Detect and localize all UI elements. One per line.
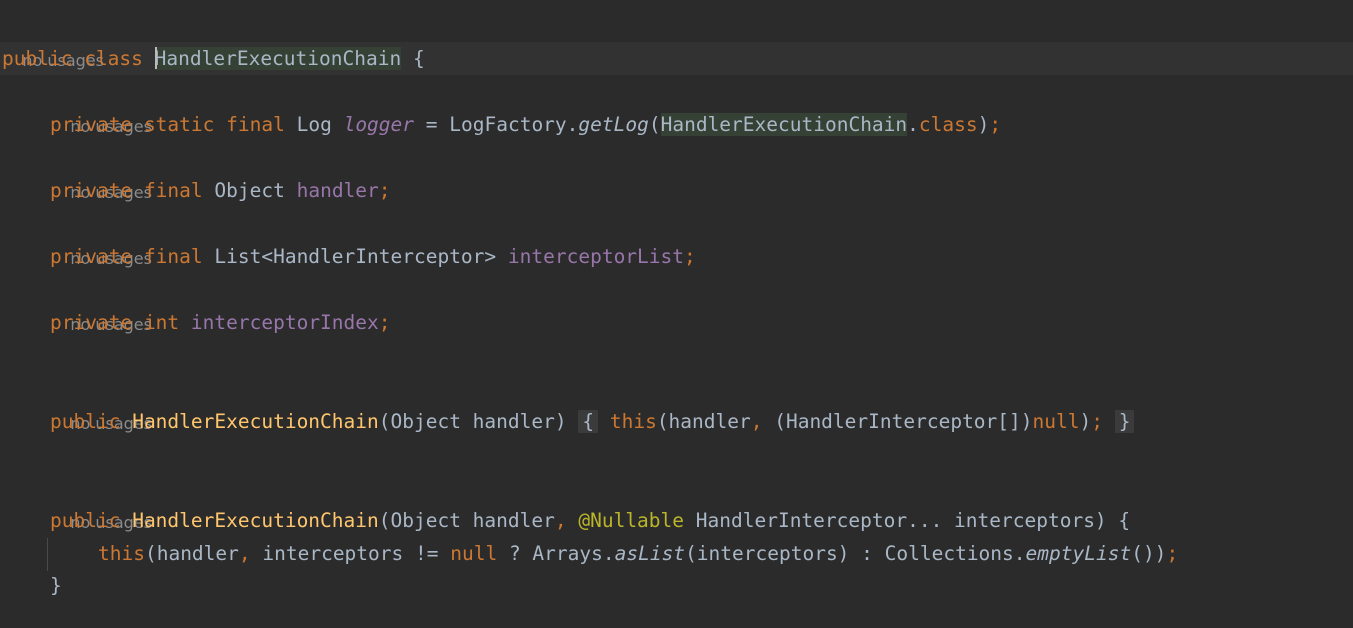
type-object[interactable]: Object (214, 179, 284, 202)
usage-hint[interactable]: no usages (50, 143, 152, 202)
method-emptylist[interactable]: emptyList (1026, 542, 1132, 565)
method-getlog[interactable]: getLog (578, 113, 648, 136)
keyword-private: private (50, 245, 133, 268)
param-a: (Object handler (378, 509, 555, 532)
body-d: (interceptors) : Collections. (685, 542, 1026, 565)
field-interceptorlist[interactable]: interceptorList (508, 245, 684, 268)
logfactory-ref[interactable]: LogFactory. (449, 113, 578, 136)
param-b: HandlerInterceptor... interceptors) { (684, 509, 1131, 532)
keyword-final: final (143, 245, 203, 268)
close-brace: } (50, 574, 62, 597)
type-log[interactable]: Log (297, 113, 332, 136)
keyword-final: final (226, 113, 285, 136)
keyword-public: public (50, 509, 121, 532)
code-line-constructor-single[interactable]: public HandlerExecutionChain(Object hand… (50, 405, 1135, 438)
code-line-constructor-varargs[interactable]: public HandlerExecutionChain(Object hand… (50, 504, 1130, 537)
usage-hint[interactable]: no usages (50, 77, 152, 136)
keyword-private: private (50, 311, 133, 334)
keyword-null: null (450, 542, 498, 565)
keyword-int: int (143, 311, 180, 334)
semicolon: ; (989, 113, 1002, 136)
field-interceptorindex[interactable]: interceptorIndex (191, 311, 379, 334)
comma: , (554, 509, 567, 532)
keyword-null: null (1032, 410, 1080, 433)
semicolon: ; (684, 245, 696, 268)
assign-operator: = (414, 113, 450, 136)
constructor-name[interactable]: HandlerExecutionChain (132, 410, 379, 433)
annotation-nullable[interactable]: @Nullable (578, 509, 684, 532)
semicolon: ; (1091, 410, 1103, 433)
code-line-interceptorlist-field[interactable]: private final List<HandlerInterceptor> i… (50, 240, 696, 273)
text-caret (154, 46, 157, 69)
usage-hint[interactable]: no usages (50, 473, 152, 532)
class-name[interactable]: HandlerExecutionChain (154, 47, 402, 70)
code-line-interceptorindex-field[interactable]: private int interceptorIndex; (50, 306, 391, 339)
usage-hint[interactable]: no usages (50, 209, 152, 268)
code-line-logger-field[interactable]: private static final Log logger = LogFac… (50, 108, 1001, 141)
call-args-c: ) (1079, 410, 1092, 433)
field-handler[interactable]: handler (297, 179, 379, 202)
usage-hint[interactable]: no usages (2, 11, 104, 70)
type-list[interactable]: List<HandlerInterceptor> (214, 245, 496, 268)
keyword-this: this (609, 410, 657, 433)
keyword-public: public (50, 410, 121, 433)
call-args-b: (HandlerInterceptor[]) (762, 410, 1033, 433)
fold-open-brace[interactable]: { (578, 410, 599, 433)
usage-hint[interactable]: no usages (50, 374, 152, 433)
code-editor[interactable]: no usages public class HandlerExecutionC… (0, 0, 1353, 628)
fold-close-brace[interactable]: } (1114, 410, 1135, 433)
comma: , (238, 542, 251, 565)
constructor-name[interactable]: HandlerExecutionChain (132, 509, 379, 532)
dot: . (907, 113, 919, 136)
keyword-class-literal: class (918, 113, 978, 136)
body-b: interceptors != (250, 542, 451, 565)
field-logger[interactable]: logger (344, 113, 414, 136)
call-args-a: (handler (656, 410, 751, 433)
keyword-final: final (143, 179, 203, 202)
body-a: (handler (144, 542, 239, 565)
code-line-closing-brace[interactable]: } (50, 569, 62, 602)
semicolon: ; (378, 311, 391, 334)
class-ref-highlighted[interactable]: HandlerExecutionChain (660, 113, 908, 136)
keyword-private: private (50, 113, 133, 136)
semicolon: ; (378, 179, 391, 202)
code-line-handler-field[interactable]: private final Object handler; (50, 174, 391, 207)
keyword-private: private (50, 179, 133, 202)
open-brace: { (412, 47, 425, 70)
usage-hint[interactable]: no usages (50, 275, 152, 334)
keyword-this: this (98, 542, 145, 565)
code-line-class-declaration[interactable]: public class HandlerExecutionChain { (2, 42, 425, 75)
code-line-constructor-body[interactable]: this(handler, interceptors != null ? Arr… (98, 537, 1178, 570)
indent-guide (47, 538, 48, 571)
paren-close: ) (977, 113, 990, 136)
keyword-public: public (2, 47, 73, 70)
semicolon: ; (1166, 542, 1179, 565)
keyword-class: class (84, 47, 143, 70)
paren-open: ( (648, 113, 661, 136)
body-c: ? Arrays. (497, 542, 615, 565)
method-aslist[interactable]: asList (615, 542, 685, 565)
comma: , (750, 410, 763, 433)
keyword-static: static (143, 113, 215, 136)
constructor-params: (Object handler) (378, 410, 567, 433)
body-e: ()) (1131, 542, 1167, 565)
